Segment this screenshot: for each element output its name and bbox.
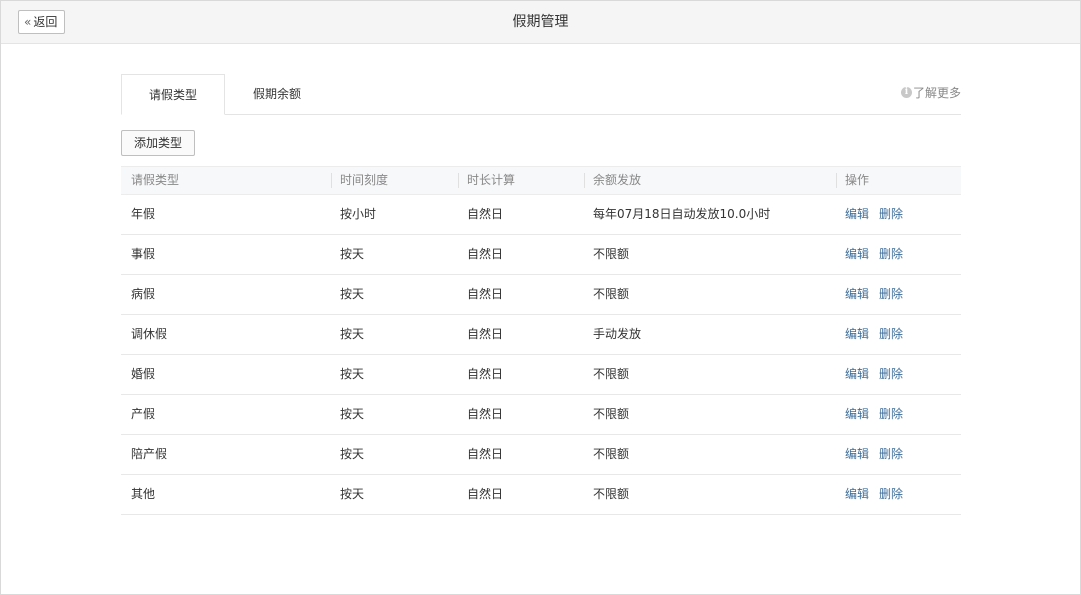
cell-scale: 按天 (340, 327, 365, 341)
edit-link[interactable]: 编辑 (845, 447, 869, 461)
cell-scale: 按小时 (340, 207, 377, 221)
page-title: 假期管理 (512, 14, 569, 30)
delete-link[interactable]: 删除 (879, 407, 903, 421)
top-bar: « 返回 假期管理 (1, 1, 1080, 44)
table-row: 年假 按小时 自然日 每年07月18日自动发放10.0小时 编辑 删除 (121, 195, 961, 235)
table-row: 婚假 按天 自然日 不限额 编辑 删除 (121, 355, 961, 395)
column-header-scale: 时间刻度 (330, 167, 388, 194)
cell-scale: 按天 (340, 367, 365, 381)
add-type-button[interactable]: 添加类型 (121, 130, 195, 156)
cell-balance: 手动发放 (593, 327, 642, 341)
cell-balance: 不限额 (593, 447, 630, 461)
cell-balance: 不限额 (593, 407, 630, 421)
edit-link[interactable]: 编辑 (845, 327, 869, 341)
cell-calc: 自然日 (467, 407, 504, 421)
leave-types-table: 请假类型 时间刻度 时长计算 余额发放 操作 年假 按小时 自然日 每年07月1… (121, 166, 961, 515)
column-header-balance: 余额发放 (583, 167, 641, 194)
cell-type: 产假 (131, 407, 156, 421)
delete-link[interactable]: 删除 (879, 287, 903, 301)
cell-scale: 按天 (340, 407, 365, 421)
cell-actions: 编辑 删除 (845, 195, 913, 234)
cell-scale: 按天 (340, 247, 365, 261)
tab-leave-balance[interactable]: 假期余额 (225, 74, 329, 114)
delete-link[interactable]: 删除 (879, 247, 903, 261)
table-header: 请假类型 时间刻度 时长计算 余额发放 操作 (121, 166, 961, 195)
edit-link[interactable]: 编辑 (845, 287, 869, 301)
cell-calc: 自然日 (467, 247, 504, 261)
learn-more-label: 了解更多 (912, 86, 961, 100)
table-row: 其他 按天 自然日 不限额 编辑 删除 (121, 475, 961, 515)
cell-balance: 不限额 (593, 367, 630, 381)
cell-actions: 编辑 删除 (845, 275, 913, 314)
cell-balance: 每年07月18日自动发放10.0小时 (593, 207, 771, 221)
cell-actions: 编辑 删除 (845, 315, 913, 354)
cell-scale: 按天 (340, 487, 365, 501)
column-header-type: 请假类型 (131, 173, 180, 187)
edit-link[interactable]: 编辑 (845, 487, 869, 501)
cell-type: 调休假 (131, 327, 168, 341)
cell-actions: 编辑 删除 (845, 235, 913, 274)
table-row: 调休假 按天 自然日 手动发放 编辑 删除 (121, 315, 961, 355)
app-window: « 返回 假期管理 请假类型 假期余额 i 了解更多 添加类型 请假类型 时间刻… (0, 0, 1081, 595)
cell-balance: 不限额 (593, 487, 630, 501)
cell-calc: 自然日 (467, 487, 504, 501)
cell-type: 其他 (131, 487, 156, 501)
cell-calc: 自然日 (467, 327, 504, 341)
table-row: 陪产假 按天 自然日 不限额 编辑 删除 (121, 435, 961, 475)
delete-link[interactable]: 删除 (879, 327, 903, 341)
cell-calc: 自然日 (467, 207, 504, 221)
main-content: 请假类型 假期余额 i 了解更多 添加类型 请假类型 时间刻度 时长计算 余额发… (121, 74, 961, 515)
learn-more-link[interactable]: i 了解更多 (900, 84, 961, 101)
tab-bar: 请假类型 假期余额 i 了解更多 (121, 74, 961, 115)
column-header-actions: 操作 (835, 167, 869, 194)
cell-calc: 自然日 (467, 447, 504, 461)
delete-link[interactable]: 删除 (879, 207, 903, 221)
info-icon: i (900, 87, 912, 98)
cell-type: 婚假 (131, 367, 156, 381)
cell-calc: 自然日 (467, 287, 504, 301)
cell-actions: 编辑 删除 (845, 475, 913, 514)
cell-actions: 编辑 删除 (845, 395, 913, 434)
cell-scale: 按天 (340, 447, 365, 461)
delete-link[interactable]: 删除 (879, 447, 903, 461)
table-row: 病假 按天 自然日 不限额 编辑 删除 (121, 275, 961, 315)
cell-balance: 不限额 (593, 287, 630, 301)
cell-calc: 自然日 (467, 367, 504, 381)
cell-type: 陪产假 (131, 447, 168, 461)
delete-link[interactable]: 删除 (879, 367, 903, 381)
cell-type: 年假 (131, 207, 156, 221)
cell-type: 事假 (131, 247, 156, 261)
edit-link[interactable]: 编辑 (845, 247, 869, 261)
cell-type: 病假 (131, 287, 156, 301)
cell-balance: 不限额 (593, 247, 630, 261)
edit-link[interactable]: 编辑 (845, 367, 869, 381)
cell-actions: 编辑 删除 (845, 435, 913, 474)
tab-leave-types[interactable]: 请假类型 (121, 74, 225, 115)
edit-link[interactable]: 编辑 (845, 207, 869, 221)
cell-actions: 编辑 删除 (845, 355, 913, 394)
edit-link[interactable]: 编辑 (845, 407, 869, 421)
table-row: 事假 按天 自然日 不限额 编辑 删除 (121, 235, 961, 275)
column-header-calc: 时长计算 (457, 167, 515, 194)
delete-link[interactable]: 删除 (879, 487, 903, 501)
cell-scale: 按天 (340, 287, 365, 301)
table-row: 产假 按天 自然日 不限额 编辑 删除 (121, 395, 961, 435)
